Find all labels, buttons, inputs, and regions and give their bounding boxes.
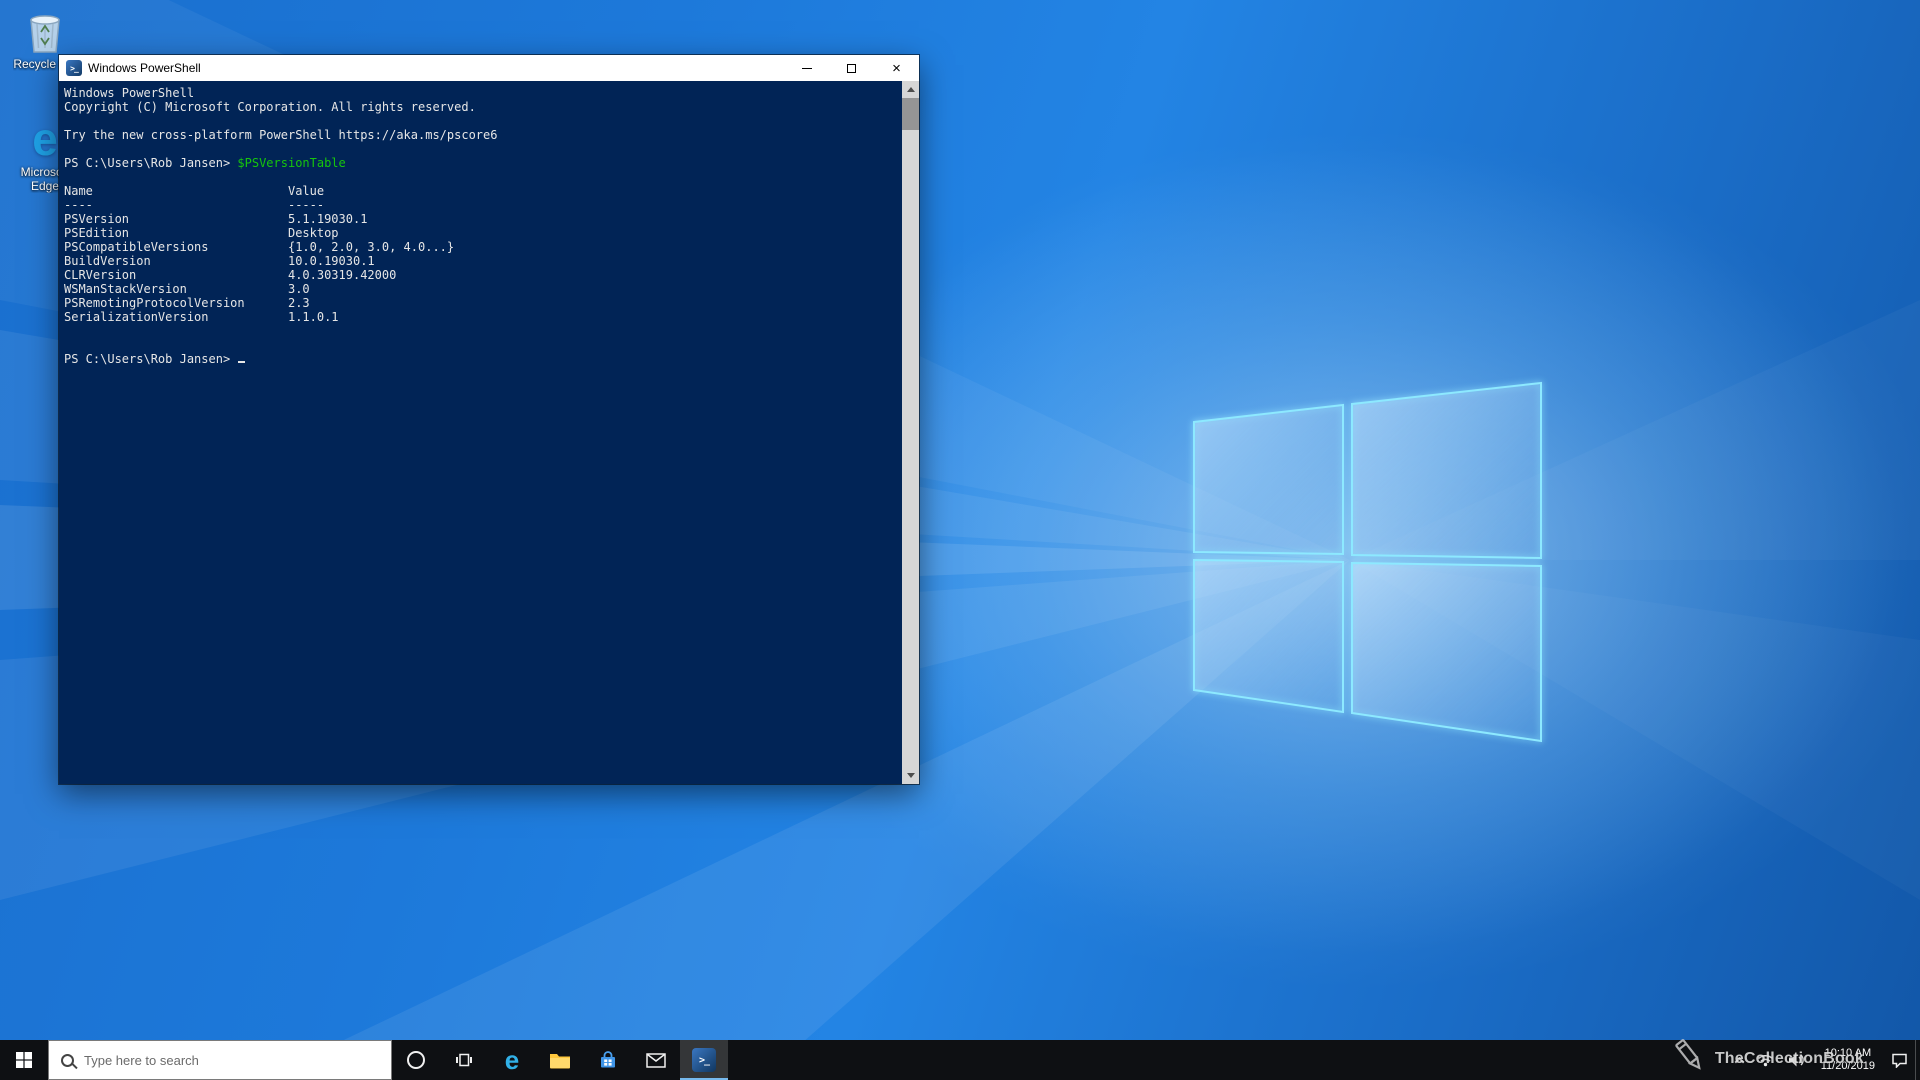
edge-icon: e <box>32 116 58 162</box>
taskbar-search-box[interactable]: Type here to search <box>48 1040 392 1080</box>
window-controls: × <box>784 55 919 81</box>
start-button[interactable] <box>0 1040 48 1080</box>
console-line <box>64 170 902 184</box>
taskbar-powershell-button[interactable]: >_ <box>680 1040 728 1080</box>
taskbar-edge-button[interactable]: e <box>488 1040 536 1080</box>
scroll-up-button[interactable] <box>902 81 919 98</box>
search-icon <box>61 1054 74 1067</box>
console-line: Windows PowerShell <box>64 86 902 100</box>
window-title: Windows PowerShell <box>88 61 784 75</box>
edge-icon: e <box>505 1047 519 1073</box>
cortana-icon <box>407 1051 425 1069</box>
console-output[interactable]: Windows PowerShellCopyright (C) Microsof… <box>59 81 902 784</box>
console-line: SerializationVersion 1.1.0.1 <box>64 310 902 324</box>
console-line: PSCompatibleVersions {1.0, 2.0, 3.0, 4.0… <box>64 240 902 254</box>
volume-button[interactable] <box>1781 1040 1812 1080</box>
powershell-window: >_ Windows PowerShell × Windows PowerShe… <box>59 55 919 784</box>
action-center-button[interactable] <box>1884 1040 1915 1080</box>
scroll-up-icon <box>907 87 915 92</box>
microsoft-store-icon <box>598 1050 618 1070</box>
maximize-button[interactable] <box>829 55 874 81</box>
taskbar-file-explorer-button[interactable] <box>536 1040 584 1080</box>
volume-icon <box>1788 1053 1805 1067</box>
hidden-icons-button[interactable] <box>1729 1040 1750 1080</box>
network-icon <box>1757 1054 1774 1067</box>
task-view-button[interactable] <box>440 1040 488 1080</box>
console-line: WSManStackVersion 3.0 <box>64 282 902 296</box>
windows-start-icon <box>16 1052 32 1068</box>
action-center-icon <box>1891 1052 1908 1068</box>
scroll-down-icon <box>907 773 915 778</box>
console-line: BuildVersion 10.0.19030.1 <box>64 254 902 268</box>
console-line: PSRemotingProtocolVersion 2.3 <box>64 296 902 310</box>
clock-time: 10:10 AM <box>1825 1047 1871 1060</box>
powershell-icon: >_ <box>692 1048 716 1072</box>
recycle-bin-icon <box>24 8 66 54</box>
console-line <box>64 338 902 352</box>
console-line: PSVersion 5.1.19030.1 <box>64 212 902 226</box>
taskbar-clock[interactable]: 10:10 AM 11/20/2019 <box>1812 1040 1884 1080</box>
console-line <box>64 324 902 338</box>
logo-glow <box>755 130 1920 990</box>
close-button[interactable]: × <box>874 55 919 81</box>
show-desktop-button[interactable] <box>1915 1040 1920 1080</box>
taskbar: Type here to search e <box>0 1040 1920 1080</box>
console-line: Name Value <box>64 184 902 198</box>
scroll-down-button[interactable] <box>902 767 919 784</box>
search-placeholder: Type here to search <box>84 1053 199 1068</box>
clock-date: 11/20/2019 <box>1821 1060 1875 1073</box>
taskbar-mail-button[interactable] <box>632 1040 680 1080</box>
system-tray: 10:10 AM 11/20/2019 <box>1729 1040 1920 1080</box>
chevron-up-icon <box>1734 1056 1744 1066</box>
cortana-button[interactable] <box>392 1040 440 1080</box>
console-line: PSEdition Desktop <box>64 226 902 240</box>
minimize-button[interactable] <box>784 55 829 81</box>
console-line: PS C:\Users\Rob Jansen> <box>64 352 902 366</box>
minimize-icon <box>802 68 812 69</box>
desktop: Recycle Bin e Microsoft Edge >_ Windows … <box>0 0 1920 1080</box>
console-scrollbar[interactable] <box>902 81 919 784</box>
console-line <box>64 142 902 156</box>
titlebar[interactable]: >_ Windows PowerShell × <box>59 55 919 81</box>
network-button[interactable] <box>1750 1040 1781 1080</box>
console-line <box>64 114 902 128</box>
file-explorer-icon <box>549 1051 571 1069</box>
console-command: $PSVersionTable <box>237 156 345 170</box>
windows-logo-wallpaper <box>1194 383 1541 741</box>
console-cursor <box>238 361 245 363</box>
taskbar-store-button[interactable] <box>584 1040 632 1080</box>
console-line: CLRVersion 4.0.30319.42000 <box>64 268 902 282</box>
powershell-window-icon: >_ <box>66 60 82 76</box>
console-line: Copyright (C) Microsoft Corporation. All… <box>64 100 902 114</box>
scrollbar-thumb[interactable] <box>902 98 919 130</box>
console-line: ---- ----- <box>64 198 902 212</box>
console-line: Try the new cross-platform PowerShell ht… <box>64 128 902 142</box>
maximize-icon <box>847 64 856 73</box>
console-line: PS C:\Users\Rob Jansen> $PSVersionTable <box>64 156 902 170</box>
console-area: Windows PowerShellCopyright (C) Microsof… <box>59 81 919 784</box>
task-view-icon <box>455 1051 473 1069</box>
mail-icon <box>646 1053 666 1068</box>
close-icon: × <box>892 61 901 76</box>
